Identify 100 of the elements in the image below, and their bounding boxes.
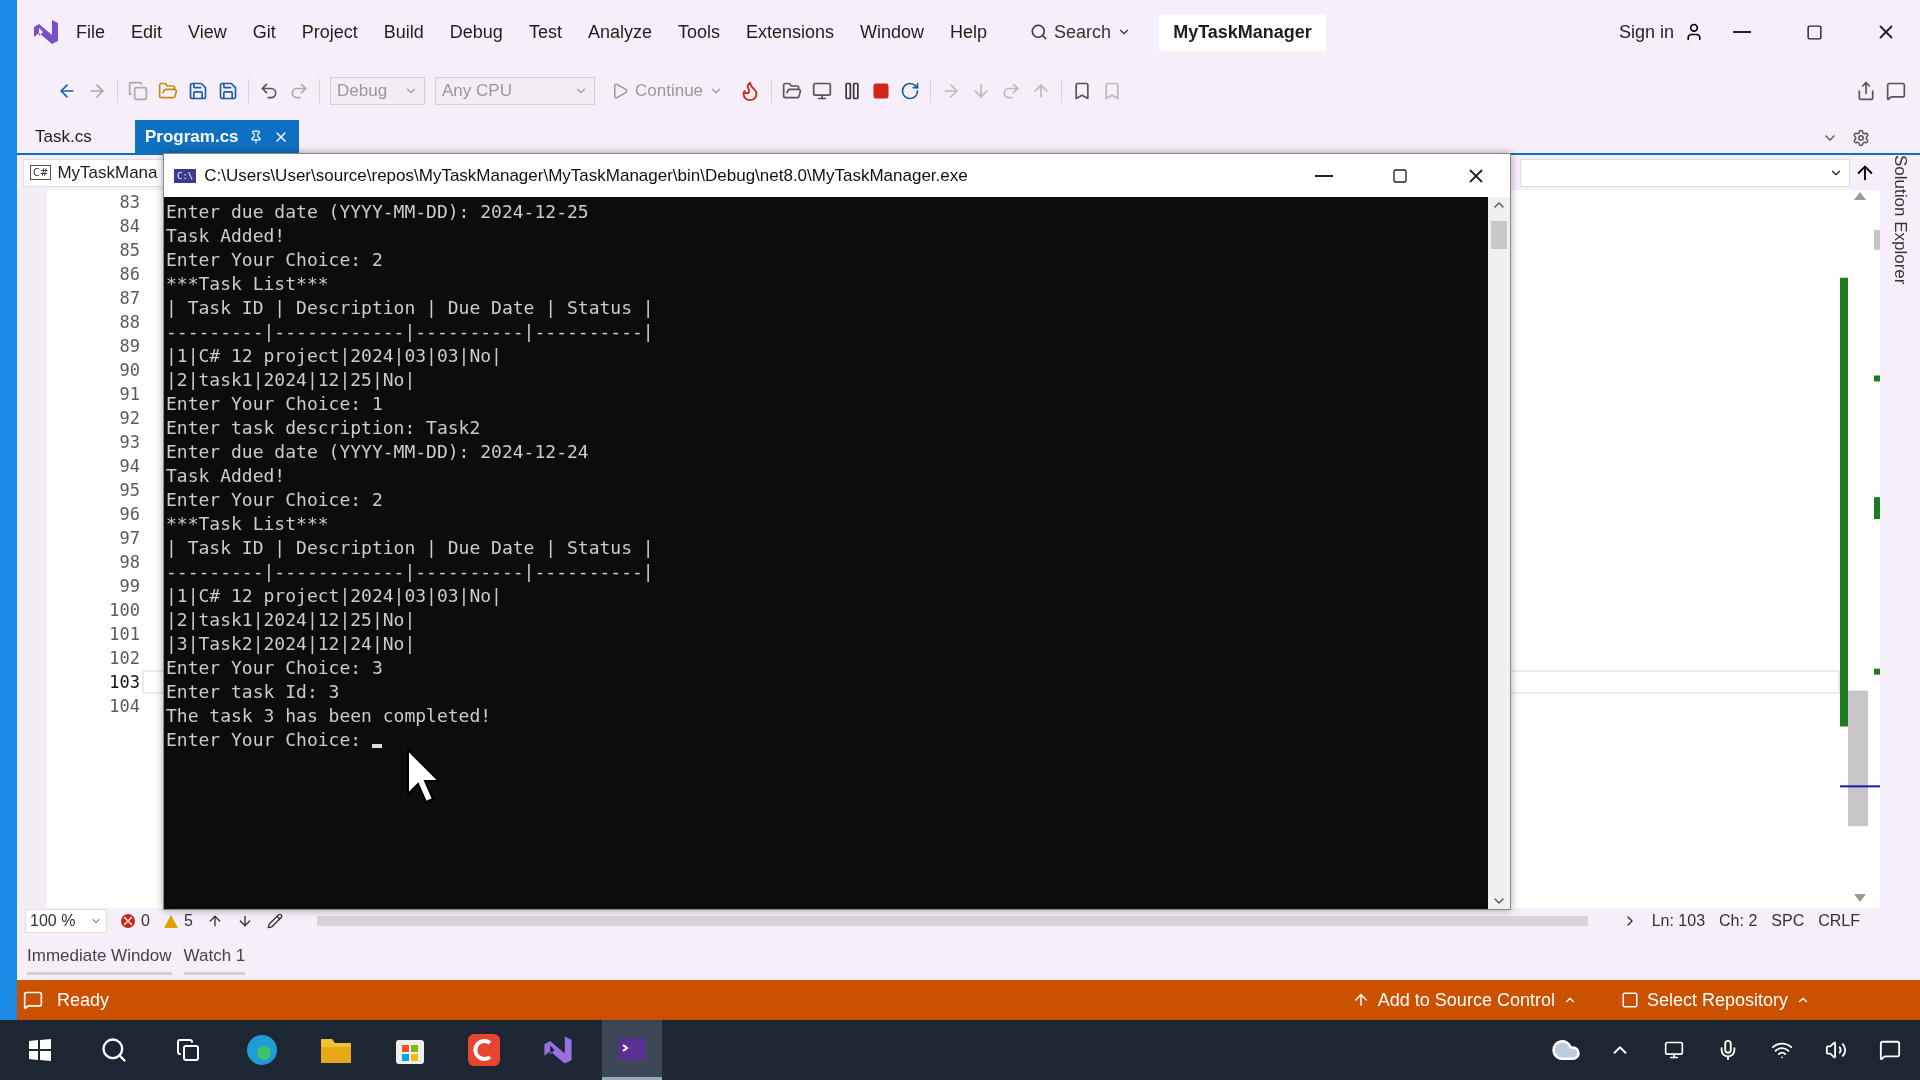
console-line: Enter Your Choice: 2 xyxy=(166,488,383,512)
whitespace-indicator[interactable]: SPC xyxy=(1771,912,1805,930)
console-line: Enter Your Choice: xyxy=(166,728,363,752)
project-dropdown[interactable]: C# MyTaskMana xyxy=(23,158,165,187)
line-number: 101 xyxy=(109,623,141,646)
line-indicator[interactable]: Ln: 103 xyxy=(1651,912,1706,930)
line-number: 89 xyxy=(119,335,141,358)
menu-item[interactable]: Edit xyxy=(120,17,174,47)
console-app-icon: C:\ xyxy=(174,168,197,183)
menu-item[interactable]: Project xyxy=(290,17,369,47)
warning-count[interactable]: 5 xyxy=(163,912,193,930)
console-line: ***Task List*** xyxy=(166,272,329,296)
console-line: Enter due date (YYYY-MM-DD): 2024-12-25 xyxy=(166,200,589,224)
error-icon xyxy=(121,914,135,928)
file-tab[interactable]: Program.cs xyxy=(135,120,299,153)
console-line: |1|C# 12 project|2024|03|03|No| xyxy=(166,344,502,368)
search-icon xyxy=(1030,23,1049,41)
menu-item[interactable]: Build xyxy=(372,17,435,47)
menu-item[interactable]: Git xyxy=(241,17,287,47)
line-number: 84 xyxy=(119,215,141,238)
line-number: 104 xyxy=(109,695,141,718)
play-icon xyxy=(611,82,629,100)
line-number: 95 xyxy=(119,479,141,502)
console-line: Enter Your Choice: 2 xyxy=(166,248,383,272)
share-icon[interactable] xyxy=(1856,81,1876,101)
menu-item[interactable]: Test xyxy=(517,17,573,47)
console-line: |2|task1|2024|12|25|No| xyxy=(166,368,416,392)
person-icon[interactable] xyxy=(1684,22,1704,42)
console-title: C:\Users\User\source\repos\MyTaskManager\MyTaskManager\bin\Debug\net8.0\MyTaskManager.exe xyxy=(204,165,969,186)
line-number: 100 xyxy=(109,599,141,622)
mouse-pointer-icon xyxy=(406,748,442,804)
menu-item[interactable]: Extensions xyxy=(734,17,846,47)
console-line: | Task ID | Description | Due Date | Status | xyxy=(166,296,654,320)
menu-item[interactable]: Analyze xyxy=(576,17,663,47)
console-line: The task 3 has been completed! xyxy=(166,704,492,728)
settings-icon[interactable] xyxy=(1852,129,1870,147)
line-ending-indicator[interactable]: CRLF xyxy=(1818,912,1860,930)
menu-item[interactable]: View xyxy=(177,17,238,47)
minimize-icon xyxy=(1733,31,1751,33)
minimize-icon xyxy=(1315,174,1333,177)
solution-name: MyTaskManager xyxy=(1159,13,1326,51)
column-indicator[interactable]: Ch: 2 xyxy=(1719,912,1758,930)
save-all-icon[interactable] xyxy=(218,81,238,101)
line-number: 86 xyxy=(119,263,141,286)
warning-icon xyxy=(163,914,178,928)
console-line: Enter Your Choice: 1 xyxy=(166,392,383,416)
panel-tab[interactable]: Immediate Window xyxy=(27,939,172,975)
console-line: Enter task Id: 3 xyxy=(166,680,340,704)
line-number: 96 xyxy=(119,503,141,526)
line-number: 92 xyxy=(119,407,141,430)
save-icon[interactable] xyxy=(188,81,208,101)
search-field[interactable]: Search xyxy=(1020,17,1142,47)
undo-icon[interactable] xyxy=(259,81,279,101)
line-number: 83 xyxy=(119,191,141,214)
app-logo-icon xyxy=(31,17,61,47)
scroll-thumb[interactable] xyxy=(1491,221,1507,249)
console-line: | Task ID | Description | Due Date | Status | xyxy=(166,536,654,560)
restart-icon[interactable] xyxy=(900,81,921,101)
menu-item[interactable]: Help xyxy=(939,17,999,47)
terminal-icon[interactable] xyxy=(602,1020,662,1080)
feedback-icon[interactable] xyxy=(1886,81,1906,101)
line-number: 102 xyxy=(109,647,141,670)
menu-item[interactable]: Tools xyxy=(666,17,731,47)
console-line: |3|Task2|2024|12|24|No| xyxy=(166,632,416,656)
status-text: Ready xyxy=(57,989,110,1011)
menu-item[interactable]: File xyxy=(65,17,116,47)
solution-explorer-tab[interactable]: Solution Explorer xyxy=(1890,155,1910,285)
line-number: 87 xyxy=(119,287,141,310)
file-tab[interactable]: Task.cs xyxy=(25,120,135,153)
console-line: Task Added! xyxy=(166,224,286,248)
console-line: Enter Your Choice: 3 xyxy=(166,656,383,680)
stop-icon[interactable] xyxy=(872,82,891,100)
menu-item[interactable]: Debug xyxy=(438,17,514,47)
horizontal-scrollbar[interactable] xyxy=(316,916,1588,926)
line-number: 88 xyxy=(119,311,141,334)
line-number: 93 xyxy=(119,431,141,454)
console-line: |1|C# 12 project|2024|03|03|No| xyxy=(166,584,502,608)
line-number: 91 xyxy=(119,383,141,406)
error-count[interactable]: 0 xyxy=(121,912,150,930)
text-cursor xyxy=(371,744,382,748)
menu-item[interactable]: Window xyxy=(849,17,936,47)
sign-in-link[interactable]: Sign in xyxy=(1612,17,1680,47)
console-scrollbar[interactable] xyxy=(1488,197,1510,909)
panel-tab[interactable]: Watch 1 xyxy=(183,939,246,975)
pin-icon[interactable] xyxy=(248,129,263,144)
zoom-dropdown[interactable]: 100 % xyxy=(25,909,107,933)
line-number: 97 xyxy=(119,527,141,550)
console-line: Enter due date (YYYY-MM-DD): 2024-12-24 xyxy=(166,440,589,464)
console-line: Task Added! xyxy=(166,464,286,488)
monitor-icon[interactable] xyxy=(812,81,833,101)
line-number: 85 xyxy=(119,239,141,262)
console-line: ---------|------------|----------|----------| xyxy=(166,320,654,344)
repository-button[interactable]: Select Repository xyxy=(1620,989,1810,1011)
line-number: 103 xyxy=(109,671,141,694)
console-line: |2|task1|2024|12|25|No| xyxy=(166,608,416,632)
console-line: ***Task List*** xyxy=(166,512,329,536)
line-number: 99 xyxy=(119,575,141,598)
source-control-button[interactable]: Add to Source Control xyxy=(1351,989,1577,1011)
console-line: ---------|------------|----------|----------| xyxy=(166,560,654,584)
message-icon xyxy=(23,990,43,1010)
